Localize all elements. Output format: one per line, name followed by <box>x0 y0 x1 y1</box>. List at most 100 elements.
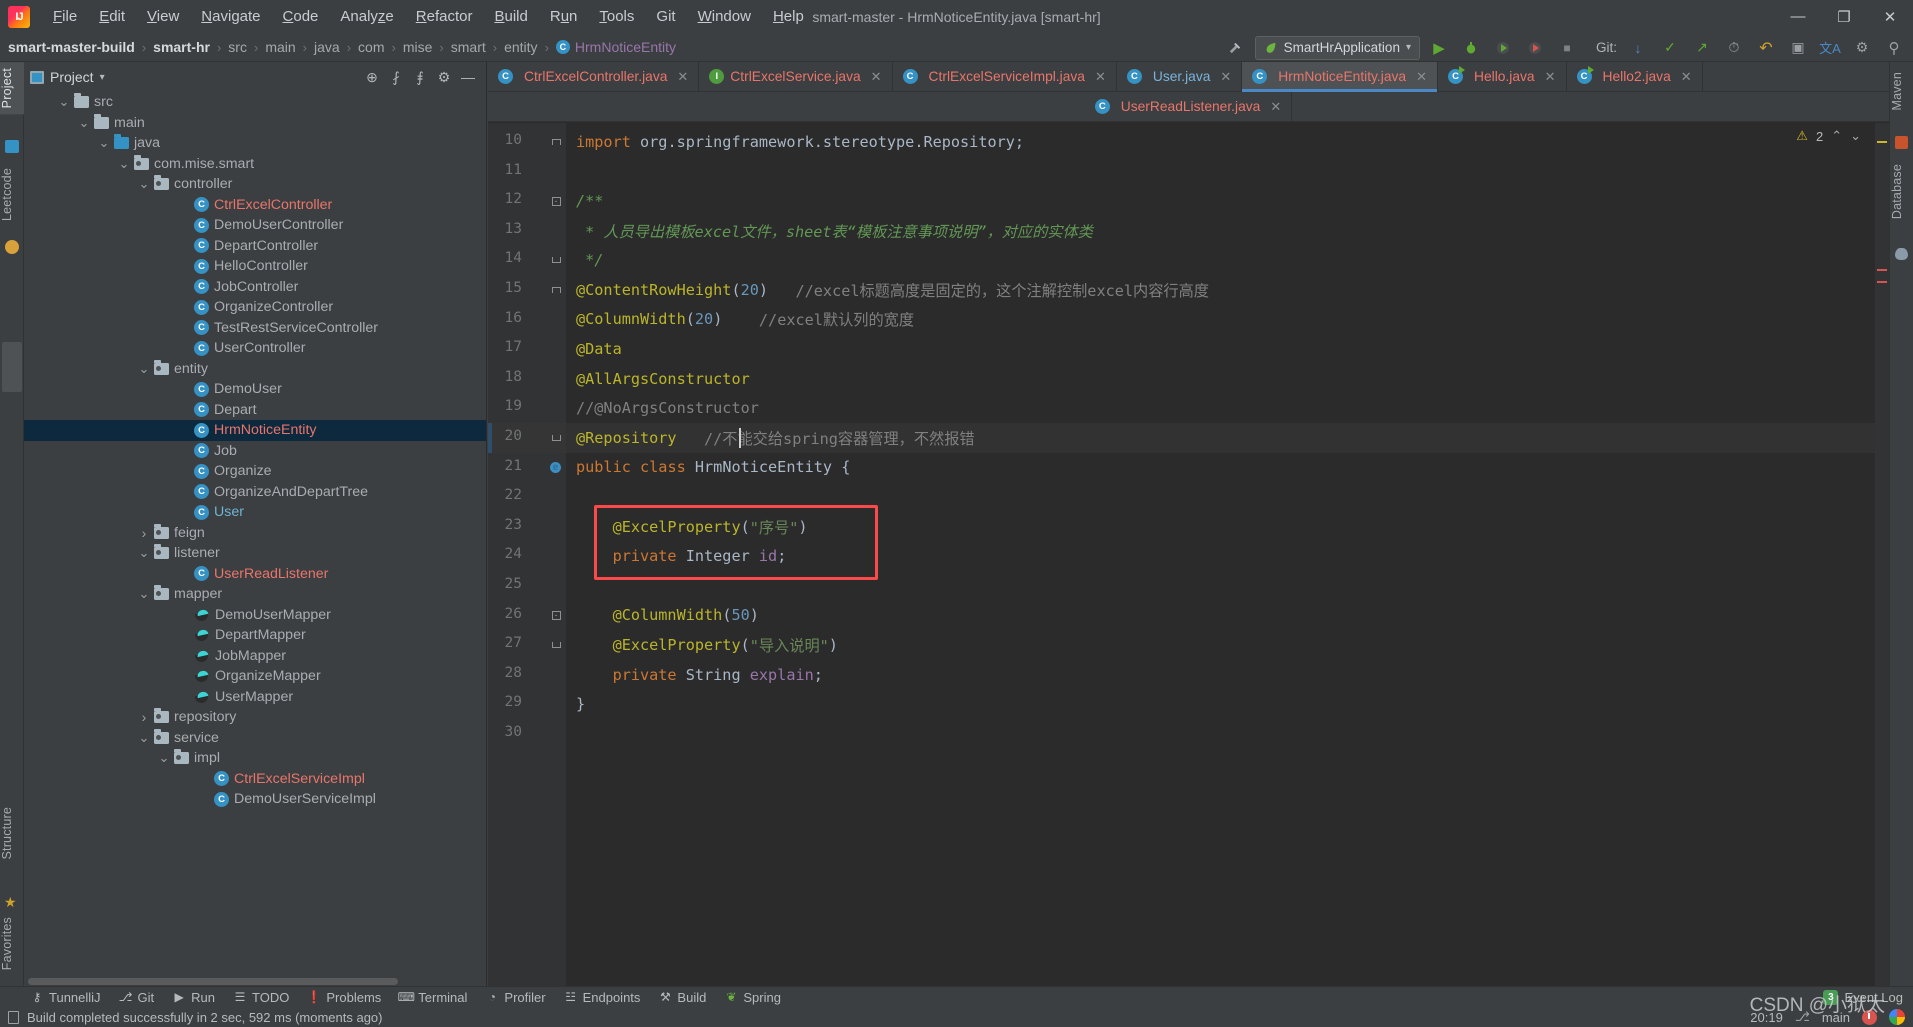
undo-icon[interactable]: ↶ <box>1753 36 1779 60</box>
tree-item-organizeanddeparttree[interactable]: C OrganizeAndDepartTree <box>24 482 486 503</box>
next-problem-icon[interactable]: ⌄ <box>1850 128 1861 144</box>
editor-gutter[interactable]: 10 11 12 - 13 14 15 16 17 18 19 20 21 22 23 24 25 26 - 27 28… <box>488 123 566 986</box>
git-branch-icon[interactable]: ⎇ <box>1795 1009 1810 1025</box>
close-icon[interactable]: ✕ <box>1681 69 1692 85</box>
layout-icon[interactable]: ▣ <box>1785 36 1811 60</box>
tab-user-java[interactable]: C User.java ✕ <box>1117 62 1242 91</box>
menu-item-build[interactable]: Build <box>483 4 538 29</box>
tab-ctrlexcelservice-java[interactable]: I CtrlExcelService.java ✕ <box>699 62 892 91</box>
bottom-tool-spring[interactable]: ❦ Spring <box>724 990 781 1005</box>
menu-item-tools[interactable]: Tools <box>588 4 645 29</box>
tree-item-usercontroller[interactable]: C UserController <box>24 338 486 359</box>
stop-button[interactable]: ■ <box>1554 36 1580 60</box>
tree-item-impl[interactable]: ⌄ impl <box>24 748 486 769</box>
tab-ctrlexcelserviceimpl-java[interactable]: C CtrlExcelServiceImpl.java ✕ <box>893 62 1117 91</box>
code-line-27[interactable]: @ExcelProperty("导入说明") <box>566 630 1889 660</box>
code-line-18[interactable]: @AllArgsConstructor <box>566 364 1889 394</box>
settings-gear-icon[interactable]: ⚙ <box>432 66 456 88</box>
code-text[interactable]: import org.springframework.stereotype.Re… <box>566 123 1889 986</box>
project-tree[interactable]: ⌄ src ⌄ main ⌄ java ⌄ com.mise.smart ⌄ controller… <box>24 92 486 976</box>
tree-item-ctrlexcelserviceimpl[interactable]: C CtrlExcelServiceImpl <box>24 769 486 790</box>
code-line-26[interactable]: @ColumnWidth(50) <box>566 601 1889 631</box>
code-line-23[interactable]: @ExcelProperty("序号") <box>566 512 1889 542</box>
menu-item-help[interactable]: Help <box>762 4 815 29</box>
tree-item-usermapper[interactable]: UserMapper <box>24 687 486 708</box>
code-line-25[interactable] <box>566 571 1889 601</box>
bottom-tool-tunnellij[interactable]: ⚷ TunnelliJ <box>30 990 101 1005</box>
hide-panel-icon[interactable]: — <box>456 66 480 88</box>
tree-item-mapper[interactable]: ⌄ mapper <box>24 584 486 605</box>
code-line-15[interactable]: @ContentRowHeight(20) //excel标题高度是固定的，这个… <box>566 275 1889 305</box>
chevron-down-icon[interactable]: ⌄ <box>54 94 74 110</box>
search-everywhere-icon[interactable]: ⚲ <box>1881 36 1907 60</box>
tree-item-demouserserviceimpl[interactable]: C DemoUserServiceImpl <box>24 789 486 810</box>
translate-icon[interactable]: 文A <box>1817 36 1843 60</box>
tab-hello-java[interactable]: C Hello.java ✕ <box>1438 62 1567 91</box>
chevron-down-icon[interactable]: ▾ <box>100 72 105 83</box>
code-line-30[interactable] <box>566 719 1889 749</box>
chevron-right-icon[interactable]: › <box>134 525 154 541</box>
sidebar-item-structure[interactable]: Structure <box>0 801 24 866</box>
code-line-20[interactable]: @Repository //不能交给spring容器管理，不然报错 <box>566 423 1889 453</box>
breadcrumb-item-mise[interactable]: mise <box>403 39 433 55</box>
close-icon[interactable]: ✕ <box>1416 69 1427 85</box>
code-line-24[interactable]: private Integer id; <box>566 541 1889 571</box>
tree-item-service[interactable]: ⌄ service <box>24 728 486 749</box>
code-line-19[interactable]: //@NoArgsConstructor <box>566 393 1889 423</box>
tree-item-controller[interactable]: ⌄ controller <box>24 174 486 195</box>
sidebar-item-favorites[interactable]: Favorites <box>0 911 24 976</box>
code-line-13[interactable]: * 人员导出模板excel文件，sheet表“模板注意事项说明”，对应的实体类 <box>566 216 1889 246</box>
code-folding-marker[interactable]: - <box>550 195 562 207</box>
tree-item-organizemapper[interactable]: OrganizeMapper <box>24 666 486 687</box>
tree-item-src[interactable]: ⌄ src <box>24 92 486 113</box>
code-line-29[interactable]: } <box>566 689 1889 719</box>
settings-gear-icon[interactable]: ⚙ <box>1849 36 1875 60</box>
code-line-17[interactable]: @Data <box>566 334 1889 364</box>
code-line-11[interactable] <box>566 157 1889 187</box>
close-icon[interactable]: ✕ <box>1220 69 1231 85</box>
tree-item-user[interactable]: C User <box>24 502 486 523</box>
code-folding-marker[interactable] <box>550 432 562 444</box>
bottom-tool-run[interactable]: ▶ Run <box>172 990 215 1005</box>
tree-item-repository[interactable]: › repository <box>24 707 486 728</box>
close-icon[interactable]: ✕ <box>1270 99 1281 115</box>
spring-bean-gutter-icon[interactable] <box>546 459 563 476</box>
menu-item-window[interactable]: Window <box>687 4 762 29</box>
code-editor[interactable]: ⚠ 2 ⌃ ⌄ 10 11 12-13 14 15 16 17 18 19 20 21 22 23 24 2… <box>488 123 1889 986</box>
chevron-down-icon[interactable]: ⌄ <box>134 361 154 377</box>
tree-item-listener[interactable]: ⌄ listener <box>24 543 486 564</box>
code-folding-marker[interactable] <box>550 254 562 266</box>
tree-item-departcontroller[interactable]: C DepartController <box>24 236 486 257</box>
code-folding-marker[interactable] <box>550 639 562 651</box>
chevron-down-icon[interactable]: ⌄ <box>94 135 114 151</box>
collapse-all-icon[interactable]: ⨎ <box>408 66 432 88</box>
commit-icon[interactable]: ✓ <box>1657 36 1683 60</box>
menu-item-navigate[interactable]: Navigate <box>190 4 271 29</box>
chevron-down-icon[interactable]: ⌄ <box>134 176 154 192</box>
tree-item-depart[interactable]: C Depart <box>24 400 486 421</box>
google-icon[interactable] <box>1889 1009 1905 1025</box>
close-icon[interactable]: ✕ <box>677 69 688 85</box>
menu-item-file[interactable]: File <box>42 4 88 29</box>
minimize-button[interactable]: — <box>1775 0 1821 33</box>
close-icon[interactable]: ✕ <box>871 69 882 85</box>
bottom-tool-git[interactable]: ⎇ Git <box>119 990 155 1005</box>
menu-item-run[interactable]: Run <box>539 4 589 29</box>
breadcrumb-item-com[interactable]: com <box>358 39 384 55</box>
expand-all-icon[interactable]: ⨏ <box>384 66 408 88</box>
run-configuration-selector[interactable]: SmartHrApplication ▾ <box>1255 36 1420 60</box>
history-icon[interactable]: ⏱ <box>1721 36 1747 60</box>
chevron-right-icon[interactable]: › <box>134 709 154 725</box>
tree-item-ctrlexcelcontroller[interactable]: C CtrlExcelController <box>24 195 486 216</box>
status-branch[interactable]: main <box>1822 1010 1850 1025</box>
tree-item-java[interactable]: ⌄ java <box>24 133 486 154</box>
chevron-down-icon[interactable]: ⌄ <box>134 730 154 746</box>
debug-button[interactable] <box>1458 36 1484 60</box>
sidebar-item-project[interactable]: Project <box>0 62 24 114</box>
code-line-12[interactable]: /** <box>566 186 1889 216</box>
breadcrumb-item-java[interactable]: java <box>314 39 340 55</box>
close-button[interactable]: ✕ <box>1867 0 1913 33</box>
tree-item-departmapper[interactable]: DepartMapper <box>24 625 486 646</box>
tree-horizontal-scrollbar[interactable] <box>28 978 398 985</box>
breadcrumb-item-hrmnoticeentity[interactable]: C HrmNoticeEntity <box>556 39 676 55</box>
